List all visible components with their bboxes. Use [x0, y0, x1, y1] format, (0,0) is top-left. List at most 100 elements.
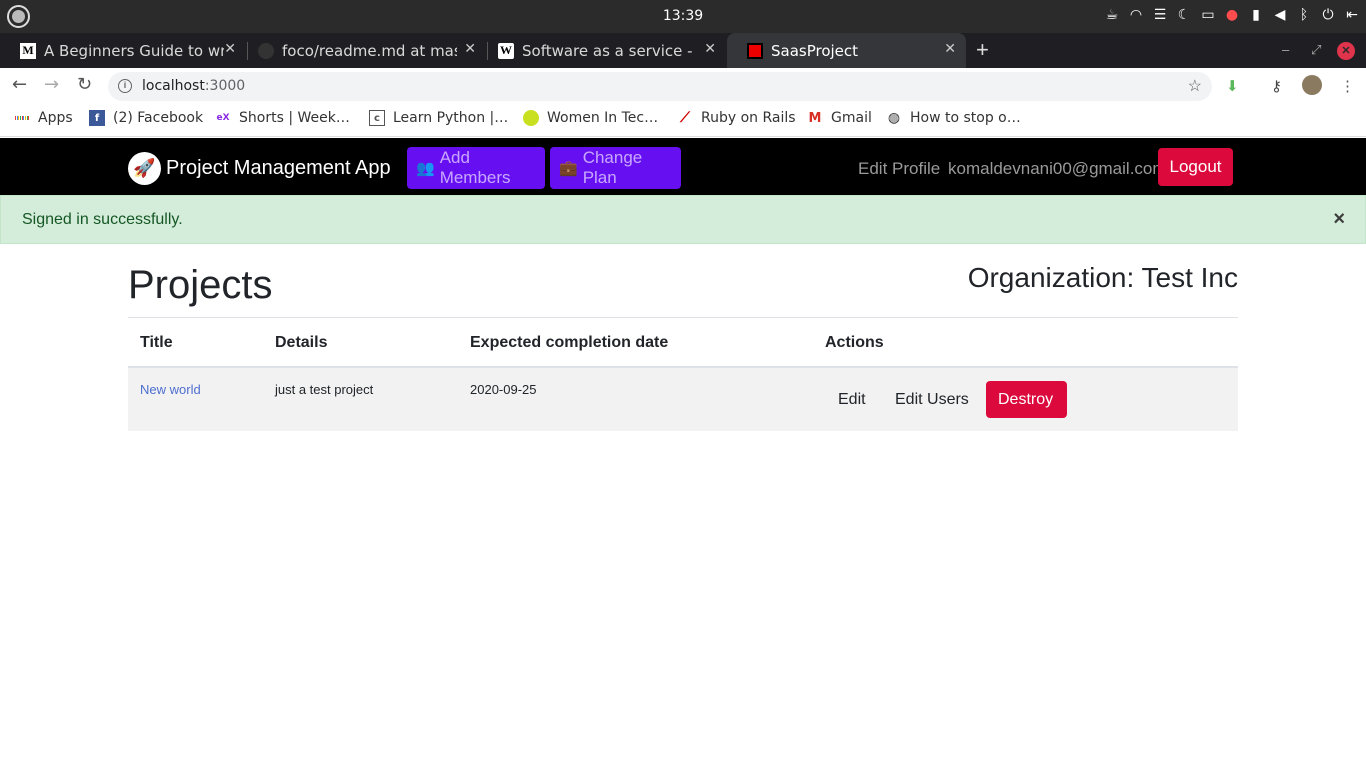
key-icon[interactable]: ⚷ [1271, 77, 1282, 95]
column-header-actions: Actions [825, 334, 884, 351]
download-extension-icon[interactable]: ⬇ [1226, 77, 1239, 95]
project-details: just a test project [275, 382, 374, 397]
organization-name: Organization: Test Inc [967, 262, 1238, 293]
table-row: New world just a test project 2020-09-25… [128, 368, 1238, 431]
reload-icon[interactable]: ↻ [77, 74, 92, 95]
user-email: komaldevnani00@gmail.com [948, 159, 1167, 178]
address-bar[interactable]: i localhost:3000 ☆ [108, 72, 1212, 101]
edx-icon: eX [216, 113, 230, 123]
bookmark-women-in-tech[interactable]: Women In Tec… [523, 110, 658, 126]
bookmark-learn-python[interactable]: c Learn Python |… [369, 110, 508, 126]
bookmarks-bar: Apps f (2) Facebook eX Shorts | Week… c … [0, 104, 1366, 137]
logout-button[interactable]: Logout [1158, 148, 1233, 186]
wifi-icon[interactable]: ◠ [1128, 7, 1144, 23]
saasproject-icon [747, 42, 763, 59]
apps-grid-icon [14, 110, 30, 126]
restore-icon[interactable]: ⤢ [1311, 42, 1321, 58]
gmail-icon: M [808, 110, 822, 126]
page-title: Projects [128, 263, 273, 307]
bookmark-edx[interactable]: eX Shorts | Week… [215, 110, 350, 126]
close-icon[interactable]: × [1333, 208, 1345, 231]
column-header-details: Details [275, 334, 328, 351]
globe-icon: ◍ [887, 110, 901, 126]
bookmark-label: How to stop o… [910, 110, 1021, 126]
tennis-ball-icon [523, 110, 539, 126]
medium-icon: M [20, 42, 36, 59]
os-top-bar: 13:39 ☕ ◠ ☰ ☾ ▭ ● ▮ ◀ ᛒ ⏻ ⇤ [0, 0, 1366, 33]
destroy-button[interactable]: Destroy [986, 381, 1067, 418]
project-date: 2020-09-25 [470, 382, 537, 397]
change-plan-button[interactable]: 💼 Change Plan [550, 147, 681, 189]
coffee-icon[interactable]: ☕ [1104, 7, 1120, 23]
forward-arrow-icon[interactable]: → [44, 74, 59, 95]
edit-button[interactable]: Edit [826, 381, 878, 418]
edit-profile-link[interactable]: Edit Profile [858, 159, 940, 179]
github-icon [258, 42, 274, 59]
close-icon[interactable]: ✕ [704, 41, 716, 57]
briefcase-icon: 💼 [559, 160, 578, 177]
users-icon: 👥 [416, 160, 435, 177]
tab-github[interactable]: foco/readme.md at maste ✕ [238, 33, 486, 68]
url-text[interactable]: localhost:3000 [142, 78, 245, 94]
edit-users-button[interactable]: Edit Users [883, 381, 981, 418]
rocket-icon[interactable]: 🚀 [128, 152, 161, 185]
bookmark-label: Ruby on Rails [701, 110, 796, 126]
bookmark-ruby-on-rails[interactable]: ⟋ Ruby on Rails [677, 110, 796, 126]
bookmark-how-to-stop[interactable]: ◍ How to stop o… [886, 110, 1021, 126]
more-menu-icon[interactable]: ⋮ [1340, 77, 1355, 95]
browser-tab-strip: M A Beginners Guide to writ ✕ foco/readm… [0, 33, 1366, 68]
page-icon: c [369, 110, 385, 126]
add-members-button[interactable]: 👥 Add Members [407, 147, 545, 189]
url-host: localhost [142, 78, 205, 94]
back-arrow-icon[interactable]: ← [12, 74, 27, 95]
tab-wikipedia[interactable]: W Software as a service - Wi ✕ [478, 33, 726, 68]
minimize-icon[interactable]: – [1282, 42, 1289, 57]
url-port: :3000 [204, 78, 246, 94]
table-header: Title Details Expected completion date A… [128, 318, 1238, 368]
battery-icon[interactable]: ▮ [1248, 7, 1264, 23]
tab-saasproject[interactable]: SaasProject ✕ [727, 33, 966, 68]
profile-avatar[interactable] [1302, 75, 1322, 95]
project-title-link[interactable]: New world [140, 382, 201, 397]
alert-message: Signed in successfully. [22, 211, 183, 228]
bookmark-apps[interactable]: Apps [14, 110, 73, 126]
close-icon[interactable]: ✕ [944, 41, 956, 57]
app-navbar: 🚀 Project Management App 👥 Add Members 💼… [0, 138, 1366, 195]
bookmark-gmail[interactable]: M Gmail [807, 110, 872, 126]
bookmark-label: Women In Tec… [547, 110, 659, 126]
tab-label: foco/readme.md at maste [282, 41, 457, 60]
bookmark-label: Shorts | Week… [239, 110, 350, 126]
folder-icon[interactable]: ▭ [1200, 7, 1216, 23]
column-header-date: Expected completion date [470, 334, 669, 351]
bookmark-facebook[interactable]: f (2) Facebook [89, 110, 203, 126]
menu-icon[interactable]: ☰ [1152, 7, 1168, 23]
tab-medium[interactable]: M A Beginners Guide to writ ✕ [0, 33, 246, 68]
close-icon[interactable]: ✕ [224, 41, 236, 57]
volume-icon[interactable]: ◀ [1272, 7, 1288, 23]
change-plan-label: Change Plan [582, 148, 643, 187]
tab-label: SaasProject [771, 41, 859, 60]
bookmark-label: Learn Python |… [393, 110, 509, 126]
window-close-button[interactable]: ✕ [1337, 42, 1355, 60]
bookmark-label: Apps [38, 110, 73, 126]
brand-title[interactable]: Project Management App [166, 157, 391, 180]
bookmark-star-icon[interactable]: ☆ [1188, 76, 1202, 96]
add-members-label: Add Members [439, 148, 511, 187]
bookmark-label: (2) Facebook [113, 110, 204, 126]
notification-bell-icon[interactable]: ● [1224, 7, 1240, 23]
close-icon[interactable]: ✕ [464, 41, 476, 57]
rails-icon: ⟋ [680, 110, 690, 126]
logout-arrow-icon[interactable]: ⇤ [1344, 7, 1360, 23]
power-icon[interactable]: ⏻ [1320, 7, 1336, 23]
bookmark-label: Gmail [831, 110, 872, 126]
bluetooth-icon[interactable]: ᛒ [1296, 7, 1312, 23]
success-alert: Signed in successfully. × [0, 195, 1366, 244]
info-icon[interactable]: i [118, 79, 132, 93]
new-tab-button[interactable]: + [976, 37, 989, 63]
projects-table: Title Details Expected completion date A… [128, 317, 1238, 431]
night-mode-icon[interactable]: ☾ [1176, 7, 1192, 23]
tab-label: A Beginners Guide to writ [44, 41, 224, 60]
wikipedia-icon: W [498, 42, 514, 59]
facebook-icon: f [89, 110, 105, 126]
system-tray: ☕ ◠ ☰ ☾ ▭ ● ▮ ◀ ᛒ ⏻ ⇤ [1104, 7, 1360, 23]
